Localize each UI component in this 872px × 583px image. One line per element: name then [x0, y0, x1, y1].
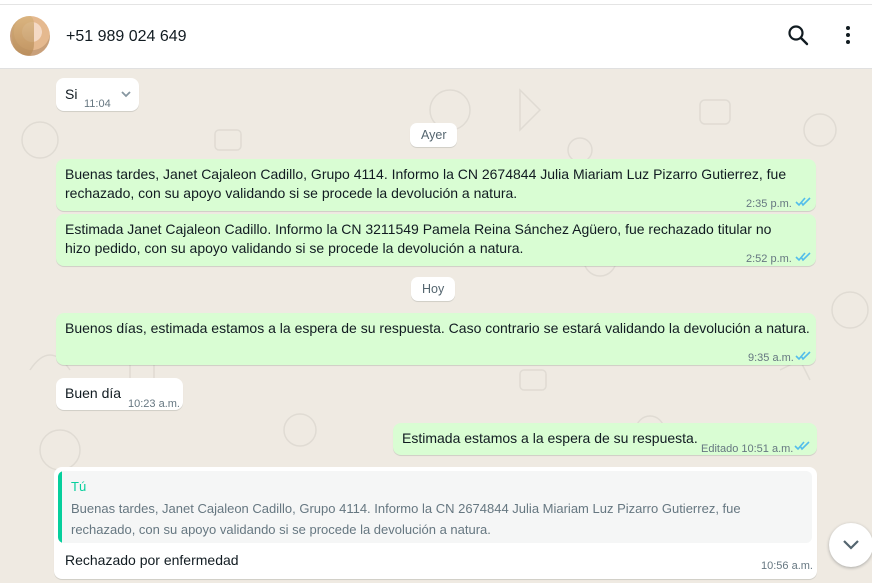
chevron-down-icon[interactable] [120, 88, 132, 100]
message-outgoing[interactable]: Buenas tardes, Janet Cajaleon Cadillo, G… [56, 159, 816, 211]
message-text: Buenos días, estimada estamos a la esper… [65, 320, 810, 336]
read-ticks-icon [794, 441, 810, 451]
quoted-message[interactable]: Tú Buenas tardes, Janet Cajaleon Cadillo… [58, 471, 812, 543]
scroll-to-bottom-button[interactable] [829, 523, 872, 567]
quote-text: Buenas tardes, Janet Cajaleon Cadillo, G… [71, 501, 741, 537]
message-text: Buen día [65, 385, 122, 401]
chat-header: +51 989 024 649 [0, 5, 872, 69]
chat-area[interactable]: Si 11:04 Ayer Buenas tardes, Janet Cajal… [0, 70, 872, 583]
read-ticks-icon [795, 252, 811, 262]
message-text: Estimada Janet Cajaleon Cadillo. Informo… [65, 221, 772, 256]
message-outgoing[interactable]: Estimada Janet Cajaleon Cadillo. Informo… [56, 214, 816, 266]
message-time: 9:35 a.m. [748, 352, 794, 364]
read-ticks-icon [795, 351, 811, 361]
contact-avatar[interactable] [10, 16, 50, 56]
quote-author: Tú [71, 479, 87, 494]
message-time: 2:35 p.m. [746, 198, 792, 210]
message-time: 2:52 p.m. [746, 253, 792, 265]
quote-accent-bar [58, 471, 62, 543]
read-ticks-icon [795, 197, 811, 207]
date-divider: Hoy [411, 277, 456, 301]
message-text: Estimada estamos a la espera de su respu… [402, 430, 698, 446]
message-incoming[interactable]: Buen día 10:23 a.m. [56, 378, 183, 410]
date-divider: Ayer [410, 123, 458, 147]
message-incoming[interactable]: Si 11:04 [56, 78, 139, 111]
message-text: Si [65, 86, 78, 102]
message-text: Rechazado por enfermedad [65, 552, 239, 568]
chevron-down-icon [843, 540, 859, 550]
message-time: Editado 10:51 a.m. [701, 443, 794, 455]
menu-icon[interactable] [836, 23, 860, 47]
search-icon[interactable] [786, 23, 810, 47]
message-text: Buenas tardes, Janet Cajaleon Cadillo, G… [65, 166, 787, 201]
message-time: 10:56 a.m. [761, 560, 813, 572]
contact-name[interactable]: +51 989 024 649 [66, 28, 187, 46]
message-time: 10:23 a.m. [128, 398, 180, 410]
message-outgoing[interactable]: Estimada estamos a la espera de su respu… [393, 423, 817, 455]
message-time: 11:04 [84, 98, 111, 110]
message-outgoing[interactable]: Buenos días, estimada estamos a la esper… [56, 313, 816, 365]
